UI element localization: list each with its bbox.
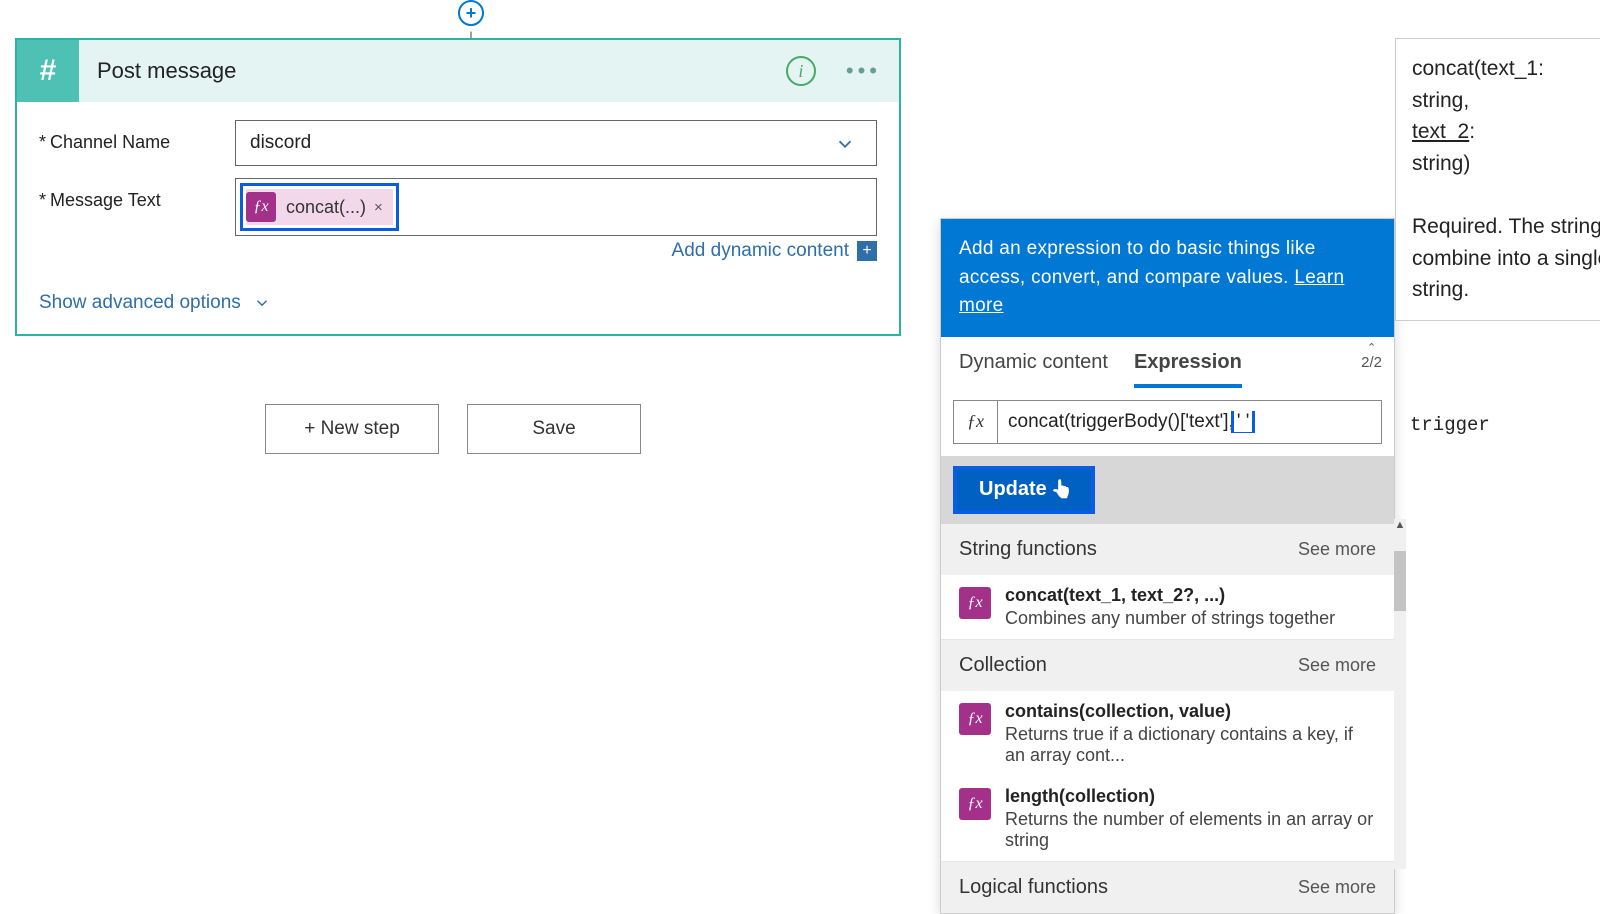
tooltip-description: Required. The string to combine into a s…	[1412, 211, 1600, 306]
fx-icon: ƒx	[959, 788, 991, 820]
add-dynamic-content-link[interactable]: Add dynamic content +	[672, 240, 877, 262]
concat-token[interactable]: ƒx concat(...) ×	[246, 189, 393, 225]
see-more-link[interactable]: See more	[1298, 877, 1376, 898]
add-step-circle[interactable]: +	[458, 0, 484, 26]
message-text-input[interactable]: ƒx concat(...) ×	[235, 178, 877, 236]
section-collection: Collection See more	[941, 640, 1394, 691]
plus-square-icon: +	[857, 241, 877, 261]
scroll-up-icon[interactable]: ▲	[1394, 519, 1406, 533]
card-header[interactable]: # Post message i •••	[17, 40, 899, 102]
token-remove-icon[interactable]: ×	[374, 199, 383, 216]
update-button[interactable]: Update	[953, 466, 1095, 514]
card-title: Post message	[79, 58, 786, 84]
ellipsis-icon[interactable]: •••	[846, 58, 881, 84]
scrollbar[interactable]: ▲	[1394, 519, 1406, 869]
fx-icon: ƒx	[959, 703, 991, 735]
save-button[interactable]: Save	[467, 404, 641, 454]
function-length[interactable]: ƒx length(collection) Returns the number…	[941, 776, 1394, 862]
channel-name-select[interactable]: discord	[235, 120, 877, 166]
token-label: concat(...)	[286, 197, 366, 218]
fx-icon: ƒx	[954, 401, 998, 443]
concat-tooltip: concat(text_1: string, text_2: string) R…	[1395, 38, 1600, 321]
expression-banner: Add an expression to do basic things lik…	[941, 219, 1394, 337]
section-logical-functions: Logical functions See more	[941, 862, 1394, 913]
cursor-pointer-icon	[1051, 478, 1069, 502]
concat-token-highlight: ƒx concat(...) ×	[240, 183, 399, 231]
function-contains[interactable]: ƒx contains(collection, value) Returns t…	[941, 691, 1394, 776]
info-icon[interactable]: i	[786, 56, 816, 86]
expression-text: concat(triggerBody()['text'],' '	[998, 411, 1381, 433]
section-string-functions: String functions See more	[941, 524, 1394, 575]
slack-hash-icon: #	[17, 40, 79, 102]
show-advanced-options-link[interactable]: Show advanced options	[39, 292, 271, 314]
flow-footer-buttons: + New step Save	[265, 404, 641, 454]
tab-expression[interactable]: Expression	[1134, 351, 1242, 388]
scroll-thumb[interactable]	[1394, 551, 1406, 611]
chevron-down-icon	[253, 294, 271, 312]
message-text-label: *Message Text	[39, 178, 235, 211]
chevron-down-icon	[834, 133, 856, 161]
see-more-link[interactable]: See more	[1298, 539, 1376, 560]
fx-icon: ƒx	[959, 587, 991, 619]
new-step-button[interactable]: + New step	[265, 404, 439, 454]
channel-name-label: *Channel Name	[39, 120, 235, 153]
function-concat[interactable]: ƒx concat(text_1, text_2?, ...) Combines…	[941, 575, 1394, 640]
post-message-card: # Post message i ••• *Channel Name disco…	[15, 38, 901, 336]
fx-icon: ƒx	[246, 192, 276, 222]
channel-name-value: discord	[250, 132, 311, 154]
quote-highlight: ' '	[1234, 411, 1253, 432]
expression-overflow-text: trigger	[1410, 414, 1490, 436]
tab-dynamic-content[interactable]: Dynamic content	[959, 351, 1108, 388]
see-more-link[interactable]: See more	[1298, 655, 1376, 676]
page-indicator: ⌃ 2/2	[1361, 341, 1382, 371]
expression-panel: Add an expression to do basic things lik…	[940, 218, 1395, 914]
expression-input[interactable]: ƒx concat(triggerBody()['text'],' '	[953, 400, 1382, 444]
